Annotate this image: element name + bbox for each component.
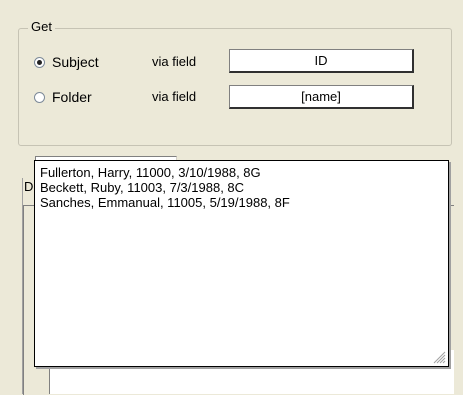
subject-field-button[interactable]: ID xyxy=(229,49,414,73)
get-group-title: Get xyxy=(28,19,55,35)
subject-via-label: via field xyxy=(152,54,197,69)
folder-field-button[interactable]: [name] xyxy=(229,85,414,109)
suggestion-list: Fullerton, Harry, 11000, 3/10/1988, 8G B… xyxy=(35,161,448,210)
lower-section-label: D xyxy=(24,179,34,194)
folder-radio-button[interactable] xyxy=(34,91,45,103)
suggestion-item[interactable]: Beckett, Ruby, 11003, 7/3/1988, 8C xyxy=(40,180,448,195)
subject-radio-button[interactable] xyxy=(34,56,45,68)
subject-radio-option[interactable]: Subject xyxy=(34,52,99,72)
folder-radio-label: Folder xyxy=(52,89,92,105)
folder-radio-option[interactable]: Folder xyxy=(34,87,92,107)
folder-via-label: via field xyxy=(152,89,197,104)
autocomplete-dropdown[interactable]: Fullerton, Harry, 11000, 3/10/1988, 8G B… xyxy=(34,160,449,367)
suggestion-item[interactable]: Fullerton, Harry, 11000, 3/10/1988, 8G xyxy=(40,165,448,180)
subject-radio-label: Subject xyxy=(52,54,99,70)
suggestion-item[interactable]: Sanches, Emmanual, 11005, 5/19/1988, 8F xyxy=(40,195,448,210)
resize-grip-icon[interactable] xyxy=(432,350,446,364)
